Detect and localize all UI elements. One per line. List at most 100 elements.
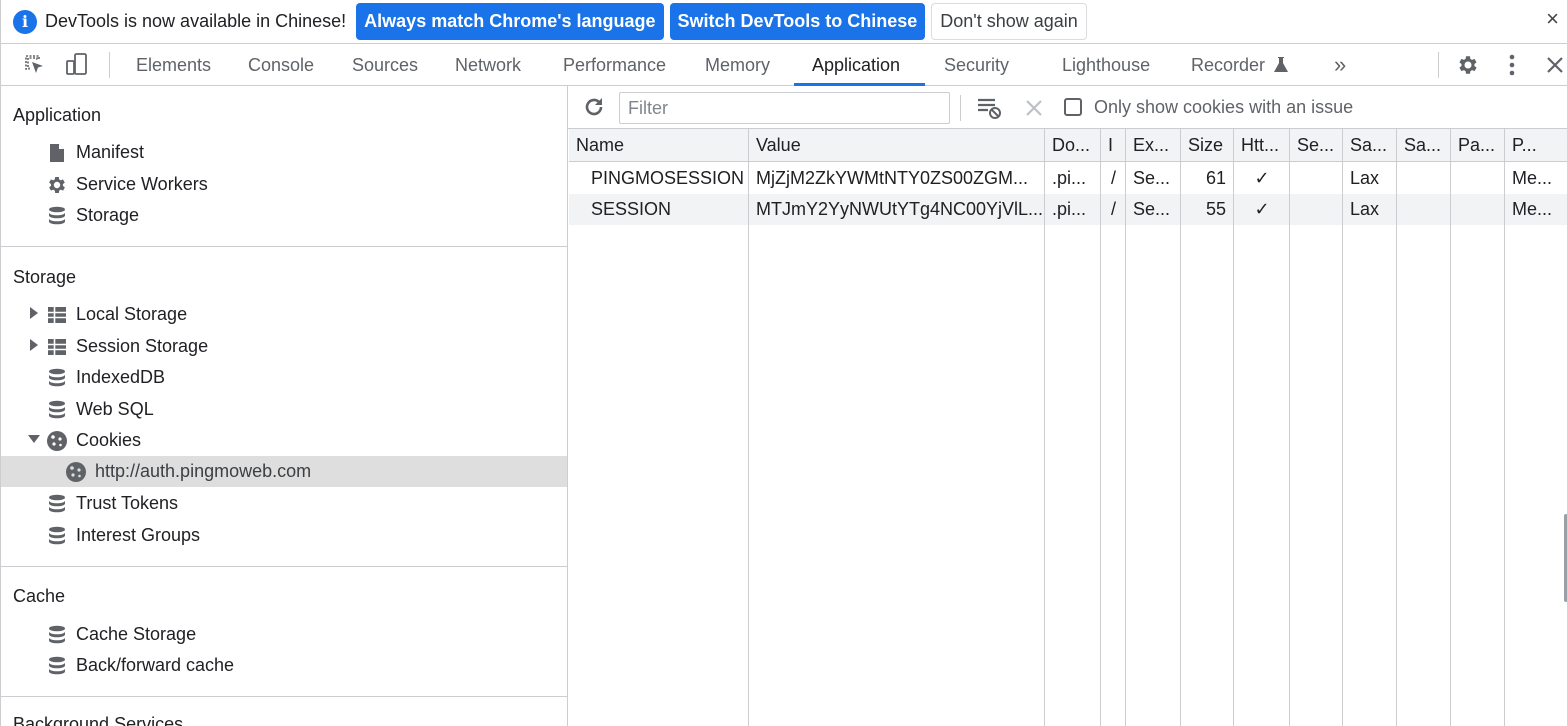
header-col-priority[interactable]: P...	[1505, 129, 1567, 162]
toolbar-separator	[960, 95, 961, 121]
main-tabbar: Elements Console Sources Network Perform…	[1, 44, 1567, 86]
more-vert-icon[interactable]	[1500, 44, 1524, 86]
header-col-samesite[interactable]: Sa...	[1343, 129, 1397, 162]
sidebar-item-cookies[interactable]: Cookies	[46, 425, 141, 456]
inspect-element-icon[interactable]	[21, 44, 49, 86]
cell-col-value: MTJmY2YyNWUtYTg4NC00YjVlL...	[756, 199, 1044, 219]
tab-elements[interactable]: Elements	[136, 44, 211, 86]
section-divider	[1, 566, 567, 567]
cell-col-path: /	[1110, 199, 1116, 219]
tab-console[interactable]: Console	[248, 44, 314, 86]
sidebar-item-label: IndexedDB	[76, 367, 166, 387]
close-icon[interactable]	[1543, 44, 1567, 86]
cell-col-value: MjZjM2ZkYWMtNTY0ZS00ZGM...	[756, 168, 1029, 188]
section-divider	[1, 696, 567, 697]
column-divider[interactable]	[748, 129, 749, 726]
filter-input[interactable]	[619, 92, 950, 124]
tab-recorder[interactable]: Recorder	[1191, 44, 1289, 86]
sidebar-item-label: Interest Groups	[76, 525, 201, 545]
header-col-path[interactable]: I	[1101, 129, 1126, 162]
sidebar-item-storage[interactable]: Storage	[46, 200, 139, 231]
info-icon: i	[13, 9, 37, 34]
tab-performance[interactable]: Performance	[563, 44, 666, 86]
column-divider[interactable]	[1450, 129, 1451, 726]
cookies-table: Name Value Do... I Ex... Size Htt... Se... Sa...…	[569, 129, 1567, 726]
only-issues-label[interactable]: Only show cookies with an issue	[1094, 97, 1353, 118]
header-col-name[interactable]: Name	[569, 129, 749, 162]
table-row[interactable]: SESSION MTJmY2YyNWUtYTg4NC00YjVlL... .pi..…	[569, 194, 1567, 225]
tab-sources[interactable]: Sources	[352, 44, 418, 86]
cell-col-name: SESSION	[591, 199, 672, 219]
gear-icon[interactable]	[1454, 44, 1482, 86]
expand-arrow-icon[interactable]	[30, 307, 38, 319]
infobar-close-icon[interactable]: ×	[1546, 6, 1559, 32]
column-divider[interactable]	[1289, 129, 1290, 726]
cell-col-size: 55	[1205, 199, 1226, 219]
cookies-panel: Only show cookies with an issue NameValu…	[568, 86, 1567, 726]
collapse-arrow-icon[interactable]	[28, 435, 40, 443]
sidebar-item-manifest[interactable]: Manifest	[46, 137, 144, 168]
column-divider[interactable]	[1233, 129, 1234, 726]
cell-col-domain: .pi...	[1052, 199, 1087, 219]
header-col-sameparty[interactable]: Sa...	[1397, 129, 1451, 162]
column-divider[interactable]	[1342, 129, 1343, 726]
column-divider[interactable]	[1504, 129, 1505, 726]
dont-show-again-button[interactable]: Don't show again	[931, 3, 1087, 40]
sidebar-item-label: Local Storage	[76, 304, 188, 324]
header-col-size[interactable]: Size	[1181, 129, 1234, 162]
cell-col-size: 61	[1205, 168, 1226, 188]
cookie-icon	[65, 461, 87, 483]
cookie-icon	[46, 430, 68, 452]
delete-icon[interactable]	[1024, 98, 1044, 118]
header-col-value[interactable]: Value	[749, 129, 1045, 162]
more-tabs-button[interactable]: »	[1334, 44, 1346, 86]
tab-security[interactable]: Security	[944, 44, 1009, 86]
sidebar-item-web-sql[interactable]: Web SQL	[46, 394, 154, 425]
only-issues-checkbox[interactable]	[1064, 98, 1082, 116]
tab-network[interactable]: Network	[455, 44, 521, 86]
refresh-icon[interactable]	[582, 95, 606, 119]
cell-col-httponly: ✓	[1254, 168, 1270, 188]
cell-col-domain: .pi...	[1052, 168, 1087, 188]
header-col-secure[interactable]: Se...	[1290, 129, 1343, 162]
database-icon	[46, 624, 68, 646]
column-divider[interactable]	[1396, 129, 1397, 726]
tab-memory[interactable]: Memory	[705, 44, 770, 86]
section-title-cache: Cache	[13, 586, 66, 606]
section-title-storage: Storage	[13, 267, 77, 287]
sidebar-item-local-storage[interactable]: Local Storage	[46, 299, 187, 330]
cell-col-expires: Se...	[1133, 199, 1171, 219]
sidebar-item-cache-storage[interactable]: Cache Storage	[46, 619, 196, 650]
sidebar-item-cookie-origin[interactable]: http://auth.pingmoweb.com	[1, 456, 567, 487]
sidebar-item-session-storage[interactable]: Session Storage	[46, 331, 208, 362]
cell-col-sameparty	[1397, 194, 1451, 225]
table-row[interactable]: PINGMOSESSION MjZjM2ZkYWMtNTY0ZS00ZGM....…	[569, 163, 1567, 194]
sidebar-item-trust-tokens[interactable]: Trust Tokens	[46, 488, 178, 519]
clear-filtered-icon[interactable]	[976, 95, 1002, 121]
always-match-language-button[interactable]: Always match Chrome's language	[356, 3, 664, 40]
database-icon	[46, 399, 68, 421]
cell-col-samesite: Lax	[1350, 199, 1380, 219]
column-divider[interactable]	[1180, 129, 1181, 726]
header-col-domain[interactable]: Do...	[1045, 129, 1101, 162]
column-divider[interactable]	[1044, 129, 1045, 726]
sidebar-item-indexeddb[interactable]: IndexedDB	[46, 362, 165, 393]
tab-lighthouse[interactable]: Lighthouse	[1062, 44, 1150, 86]
sidebar-item-label: Storage	[76, 205, 140, 225]
sidebar-item-label: Cookies	[76, 430, 142, 450]
header-col-expires[interactable]: Ex...	[1126, 129, 1181, 162]
database-icon	[46, 655, 68, 677]
device-toolbar-icon[interactable]	[63, 44, 91, 86]
column-divider[interactable]	[1125, 129, 1126, 726]
sidebar-item-bfcache[interactable]: Back/forward cache	[46, 650, 234, 681]
header-col-partition[interactable]: Pa...	[1451, 129, 1505, 162]
sidebar-item-service-workers[interactable]: Service Workers	[46, 169, 208, 200]
expand-arrow-icon[interactable]	[30, 339, 38, 351]
header-col-httponly[interactable]: Htt...	[1234, 129, 1290, 162]
column-divider[interactable]	[1100, 129, 1101, 726]
database-icon	[46, 493, 68, 515]
switch-to-chinese-button[interactable]: Switch DevTools to Chinese	[669, 3, 926, 40]
tab-application[interactable]: Application	[812, 44, 900, 86]
language-infobar: i DevTools is now available in Chinese! …	[1, 0, 1567, 44]
sidebar-item-interest-groups[interactable]: Interest Groups	[46, 520, 200, 551]
